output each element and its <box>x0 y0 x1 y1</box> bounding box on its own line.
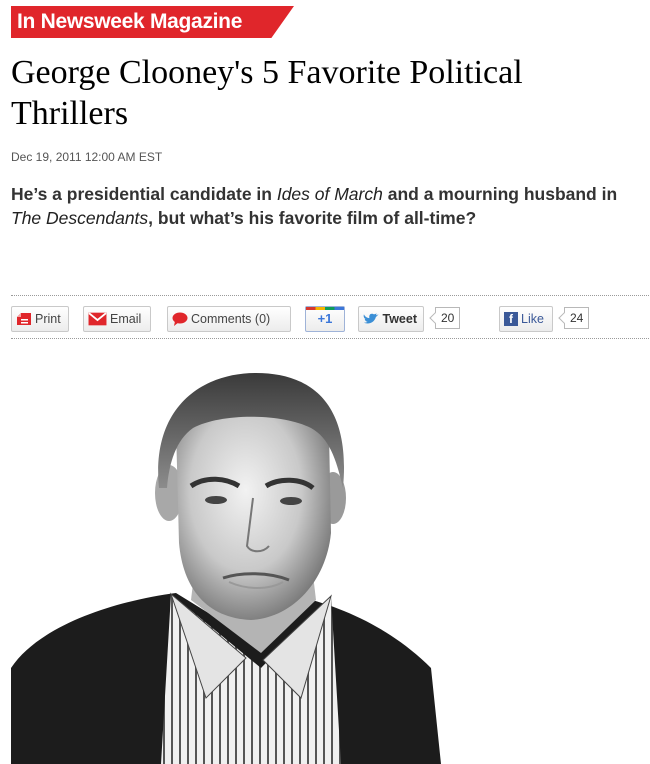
like-count: 24 <box>564 307 590 329</box>
article-dek: He’s a presidential candidate in Ides of… <box>11 182 621 230</box>
comments-button[interactable]: Comments (0) <box>167 306 291 332</box>
email-icon <box>88 312 107 326</box>
comments-label: Comments (0) <box>191 312 271 326</box>
toolbar-bottom-divider <box>11 338 649 339</box>
facebook-icon: f <box>504 312 518 326</box>
tweet-count: 20 <box>435 307 461 329</box>
facebook-like-button[interactable]: f Like <box>499 306 553 332</box>
article-title: George Clooney's 5 Favorite Political Th… <box>11 54 523 132</box>
section-tag[interactable]: In Newsweek Magazine <box>11 6 294 38</box>
like-label: Like <box>521 312 544 326</box>
print-button[interactable]: Print <box>11 306 69 332</box>
plusone-color-strip <box>306 307 344 310</box>
section-tag-label: In Newsweek Magazine <box>17 10 243 33</box>
twitter-bird-icon <box>363 313 379 324</box>
tweet-label: Tweet <box>382 312 418 326</box>
google-plusone-button[interactable]: +1 <box>305 306 345 332</box>
dek-film-the-descendants: The Descendants <box>11 208 149 228</box>
dek-film-ides-of-march: Ides of March <box>276 184 383 204</box>
email-label: Email <box>110 312 142 326</box>
dek-text-3: , but what’s his favorite film of all-ti… <box>148 208 477 228</box>
dek-text-1: He’s a presidential candidate in <box>11 184 277 204</box>
dek-text-2: and a mourning husband in <box>382 184 618 204</box>
tweet-button[interactable]: Tweet <box>358 306 424 332</box>
article-dateline: Dec 19, 2011 12:00 AM EST <box>11 150 163 164</box>
print-label: Print <box>35 312 61 326</box>
comment-icon <box>172 312 188 326</box>
toolbar-top-divider <box>11 295 649 296</box>
print-icon <box>17 313 31 325</box>
email-button[interactable]: Email <box>83 306 151 332</box>
share-toolbar: Print Email Comments (0) +1 Tweet 20 f L… <box>11 306 649 334</box>
plusone-label: +1 <box>317 311 333 326</box>
article-photo <box>11 373 441 764</box>
